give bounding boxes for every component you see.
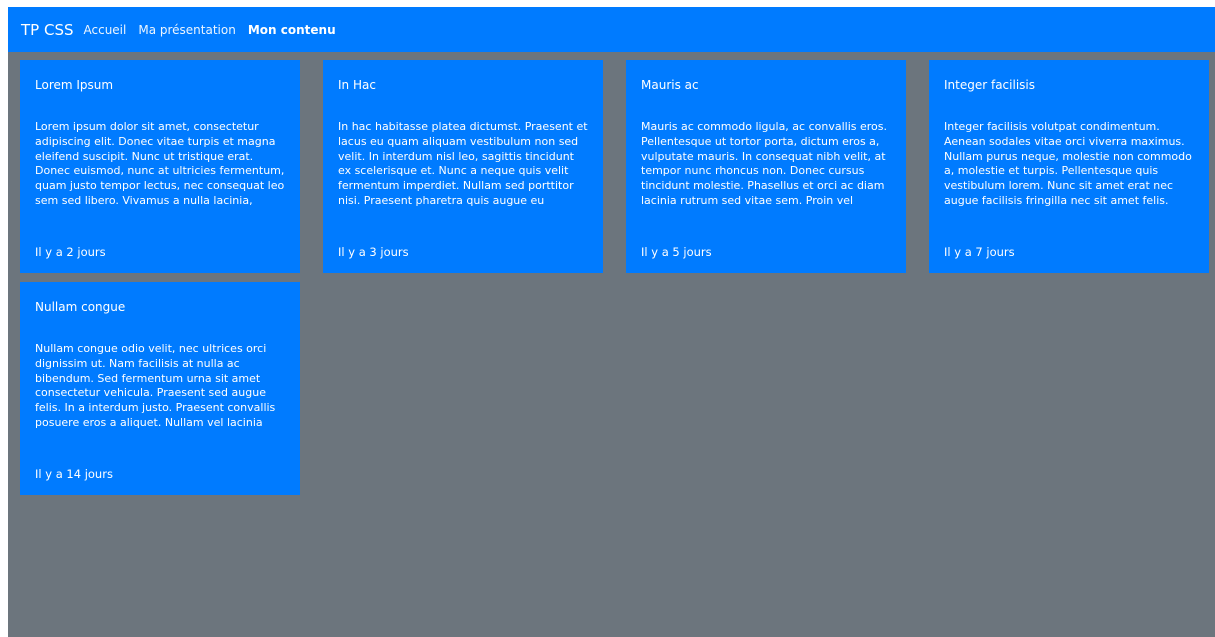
content-card: Nullam congue Nullam congue odio velit, … xyxy=(20,282,300,495)
card-date: Il y a 2 jours xyxy=(35,245,106,259)
card-grid: Lorem Ipsum Lorem ipsum dolor sit amet, … xyxy=(20,60,1209,495)
navbar: TP CSS Accueil Ma présentation Mon conte… xyxy=(8,7,1215,52)
card-title: Lorem Ipsum xyxy=(35,78,114,92)
card-title: Integer facilisis xyxy=(944,78,1035,92)
content-card: In Hac In hac habitasse platea dictumst.… xyxy=(323,60,603,273)
nav-link-ma-presentation[interactable]: Ma présentation xyxy=(138,23,235,37)
content-card: Integer facilisis Integer facilisis volu… xyxy=(929,60,1209,273)
card-date: Il y a 14 jours xyxy=(35,467,113,481)
page-frame: TP CSS Accueil Ma présentation Mon conte… xyxy=(8,7,1215,637)
content-card: Lorem Ipsum Lorem ipsum dolor sit amet, … xyxy=(20,60,300,273)
nav-link-mon-contenu[interactable]: Mon contenu xyxy=(248,23,336,37)
card-title: In Hac xyxy=(338,78,376,92)
card-title: Mauris ac xyxy=(641,78,699,92)
card-title: Nullam congue xyxy=(35,300,126,314)
card-text: Integer facilisis volutpat condimentum. … xyxy=(944,120,1192,209)
card-date: Il y a 5 jours xyxy=(641,245,712,259)
card-text: Lorem ipsum dolor sit amet, consectetur … xyxy=(35,120,285,209)
card-date: Il y a 3 jours xyxy=(338,245,409,259)
card-text: In hac habitasse platea dictumst. Praese… xyxy=(338,120,588,207)
content-card: Mauris ac Mauris ac commodo ligula, ac c… xyxy=(626,60,906,273)
card-text: Mauris ac commodo ligula, ac convallis e… xyxy=(641,120,887,207)
nav-link-accueil[interactable]: Accueil xyxy=(84,23,127,37)
card-date: Il y a 7 jours xyxy=(944,245,1015,259)
brand-link[interactable]: TP CSS xyxy=(21,21,74,39)
card-text: Nullam congue odio velit, nec ultrices o… xyxy=(35,342,276,431)
